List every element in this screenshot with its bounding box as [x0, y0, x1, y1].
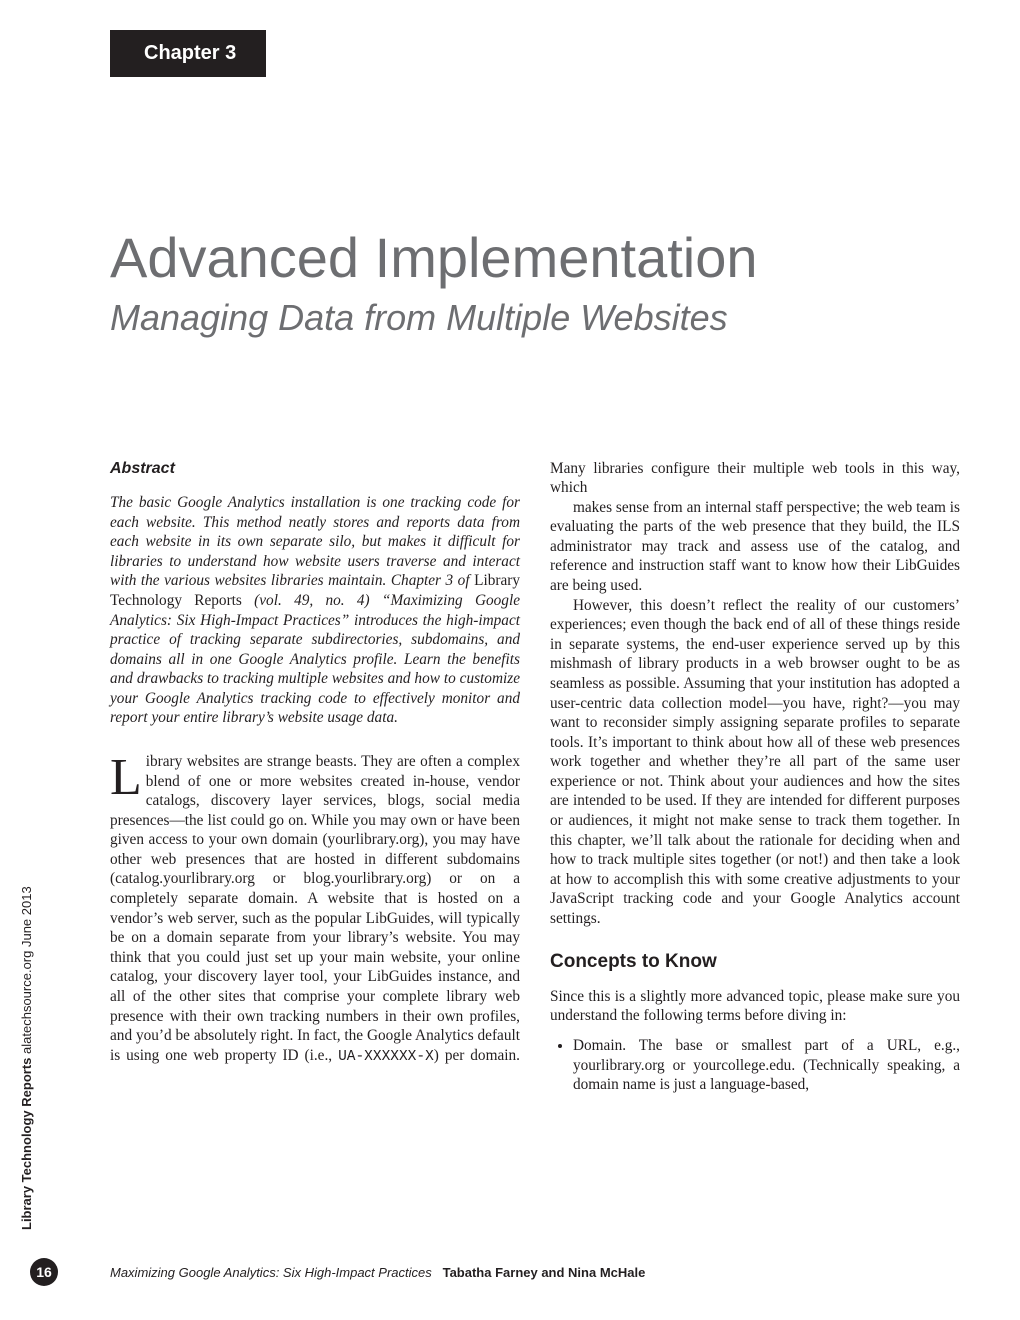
body-paragraph-3: However, this doesn’t reflect the realit…: [550, 596, 960, 929]
side-series-title: Library Technology Reports: [19, 1058, 34, 1230]
body-columns: Abstract The basic Google Analytics inst…: [110, 459, 960, 1095]
footer-authors: Tabatha Farney and Nina McHale: [443, 1265, 646, 1280]
body-p1-text: ibrary websites are strange beasts. They…: [110, 753, 520, 1064]
page-number: 16: [30, 1258, 58, 1286]
abstract-part-1: The basic Google Analytics installation …: [110, 494, 520, 589]
chapter-subtitle: Managing Data from Multiple Websites: [110, 297, 960, 339]
page: Chapter 3 Advanced Implementation Managi…: [0, 0, 1020, 1320]
chapter-title: Advanced Implementation: [110, 227, 960, 289]
body-paragraph-4: Since this is a slightly more advanced t…: [550, 987, 960, 1026]
side-rest: alatechsource.org June 2013: [19, 886, 34, 1057]
abstract-heading: Abstract: [110, 459, 520, 479]
list-item: Domain. The base or smallest part of a U…: [573, 1036, 960, 1095]
body-paragraph-2: makes sense from an internal staff persp…: [550, 498, 960, 596]
abstract-text: The basic Google Analytics installation …: [110, 493, 520, 728]
concepts-list: Domain. The base or smallest part of a U…: [550, 1036, 960, 1095]
drop-cap: L: [110, 756, 146, 800]
side-running-text: Library Technology Reports alatechsource…: [19, 886, 34, 1230]
chapter-tag: Chapter 3: [110, 30, 266, 77]
footer-text: Maximizing Google Analytics: Six High-Im…: [110, 1265, 645, 1280]
section-heading-concepts: Concepts to Know: [550, 950, 960, 974]
footer-title: Maximizing Google Analytics: Six High-Im…: [110, 1265, 432, 1280]
page-footer: 16 Maximizing Google Analytics: Six High…: [0, 1265, 1020, 1280]
abstract-part-2: (vol. 49, no. 4) “Maximizing Google Anal…: [110, 592, 520, 726]
tracking-code-sample: UA-XXXXXX-X: [338, 1049, 434, 1065]
